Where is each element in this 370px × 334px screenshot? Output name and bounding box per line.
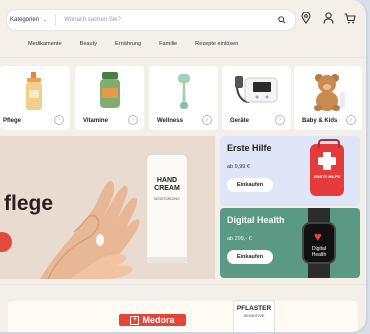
blood-pressure-monitor-icon [234,72,279,111]
hero-banner[interactable]: HAND CREAM MOISTURIZING flege [0,136,215,279]
category-card-vitamine[interactable]: Vitamine › [75,66,144,130]
shop-button[interactable]: Einkaufen [227,178,273,192]
shop-button[interactable]: Einkaufen [227,250,273,264]
kit-label: ERSTE HILFE [313,174,340,179]
header-actions [300,12,356,24]
teddy-bear-icon [309,72,347,117]
main-nav: Medikamente Beauty Ernährung Familie Rez… [28,41,256,47]
product-text-line2: CREAM [154,185,180,192]
arrow-right-icon: › [346,115,356,125]
product-text-line3: MOISTURIZING [154,197,180,201]
hand-cream-tube: HAND CREAM MOISTURIZING [146,154,188,264]
nav-item-rezepte[interactable]: Rezepte einlösen [195,41,238,47]
promo-card-digital-health[interactable]: Digital Health ab 299,- € Einkaufen ♥ Di… [220,208,360,278]
nav-item-ernaehrung[interactable]: Ernährung [115,41,141,47]
category-label: Vitamine [83,118,108,124]
heart-icon: ♥ [314,229,322,244]
cross-icon: + [130,315,140,325]
nav-divider [0,57,366,58]
hero-headline: flege [4,192,54,215]
category-card-baby-kids[interactable]: Baby & Kids › [294,66,362,130]
product-title: PFLASTER [236,305,272,312]
user-icon[interactable] [322,12,334,24]
location-pin-icon[interactable] [300,12,312,24]
smartwatch-icon: ♥ Digital Health [302,208,336,278]
search-input[interactable]: Wonach suchen Sie? [56,17,275,23]
category-label: Pflege [3,118,22,124]
nav-item-familie[interactable]: Familie [159,41,177,47]
brand-logo-medora[interactable]: + Medora [119,314,186,326]
promo-card-erste-hilfe[interactable]: Erste Hilfe ab 9,99 € Einkaufen ERSTE HI… [220,136,360,206]
chevron-down-icon: ⌄ [43,17,48,23]
promo-title: Erste Hilfe [227,143,272,153]
tube-cap [147,257,187,263]
category-label: Geräte [230,118,250,124]
category-label: Baby & Kids [302,118,338,124]
promo-price: ab 299,- € [227,236,252,242]
product-plaster-box[interactable]: PFLASTER SENSITIVE [233,300,275,332]
category-row: Pflege › Vitamine › Wellness › Geräte › [0,66,366,130]
category-card-wellness[interactable]: Wellness › [149,66,218,130]
arrow-right-icon: › [54,115,64,125]
category-select[interactable]: Kategorien ⌄ [7,14,57,26]
brand-name: Medora [142,315,175,325]
face-roller-icon [172,72,196,117]
supplement-jar-icon [98,72,122,115]
category-label: Wellness [157,118,183,124]
arrow-right-icon: › [202,115,212,125]
promo-title: Digital Health [227,215,285,225]
category-card-pflege[interactable]: Pflege › [0,66,70,130]
promo-price: ab 9,99 € [227,164,250,170]
cart-icon[interactable] [344,12,356,24]
lotion-bottle-icon [23,72,45,117]
arrow-right-icon: › [128,115,138,125]
search-bar: Kategorien ⌄ Wonach suchen Sie? [6,9,296,31]
first-aid-kit-icon: ERSTE HILFE [310,139,344,196]
watch-label-2: Health [311,252,327,258]
nav-item-medikamente[interactable]: Medikamente [28,41,62,47]
nav-item-beauty[interactable]: Beauty [80,41,97,47]
product-text-line1: HAND [156,177,178,184]
arrow-right-icon: › [275,115,285,125]
search-icon[interactable] [275,16,289,24]
app-frame: Kategorien ⌄ Wonach suchen Sie? Medikame… [0,0,368,334]
category-card-geraete[interactable]: Geräte › [222,66,291,130]
category-select-label: Kategorien [10,17,40,23]
section-divider [0,284,366,285]
product-subtitle: SENSITIVE [243,313,265,318]
